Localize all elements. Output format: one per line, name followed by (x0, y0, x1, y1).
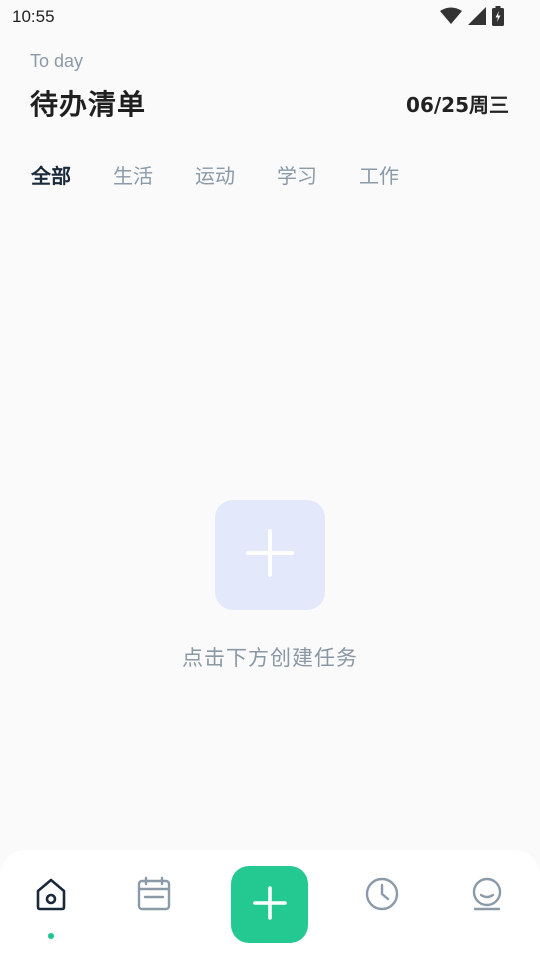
header-subtitle: To day (30, 51, 84, 71)
status-icons (440, 6, 504, 26)
profile-icon (469, 876, 505, 916)
tab-work[interactable]: 工作 (359, 160, 399, 189)
signal-icon (468, 7, 486, 25)
empty-add-button[interactable] (215, 500, 325, 610)
tab-sports[interactable]: 运动 (195, 160, 235, 189)
active-indicator-dot (48, 933, 54, 939)
plus-icon (245, 528, 295, 582)
plus-icon (252, 885, 287, 924)
home-icon (33, 876, 69, 916)
wifi-icon (440, 7, 462, 25)
nav-home-button[interactable] (29, 874, 73, 918)
page-title: 待办清单 (30, 88, 147, 121)
tab-study[interactable]: 学习 (277, 160, 317, 189)
status-time: 10:55 (12, 7, 55, 26)
battery-icon (492, 6, 504, 26)
clock-icon (364, 876, 400, 916)
header-date: 06/25周三 (406, 93, 509, 117)
nav-calendar-button[interactable] (132, 874, 176, 918)
create-task-button[interactable] (231, 866, 308, 943)
status-bar: 10:55 (0, 0, 540, 34)
nav-clock-button[interactable] (360, 874, 404, 918)
calendar-icon (136, 876, 172, 916)
tab-all[interactable]: 全部 (31, 160, 71, 189)
tab-life[interactable]: 生活 (113, 160, 153, 189)
category-tabs: 全部 生活 运动 学习 工作 (31, 160, 441, 189)
bottom-nav (0, 850, 540, 960)
nav-profile-button[interactable] (465, 874, 509, 918)
empty-state-message: 点击下方创建任务 (182, 646, 358, 670)
